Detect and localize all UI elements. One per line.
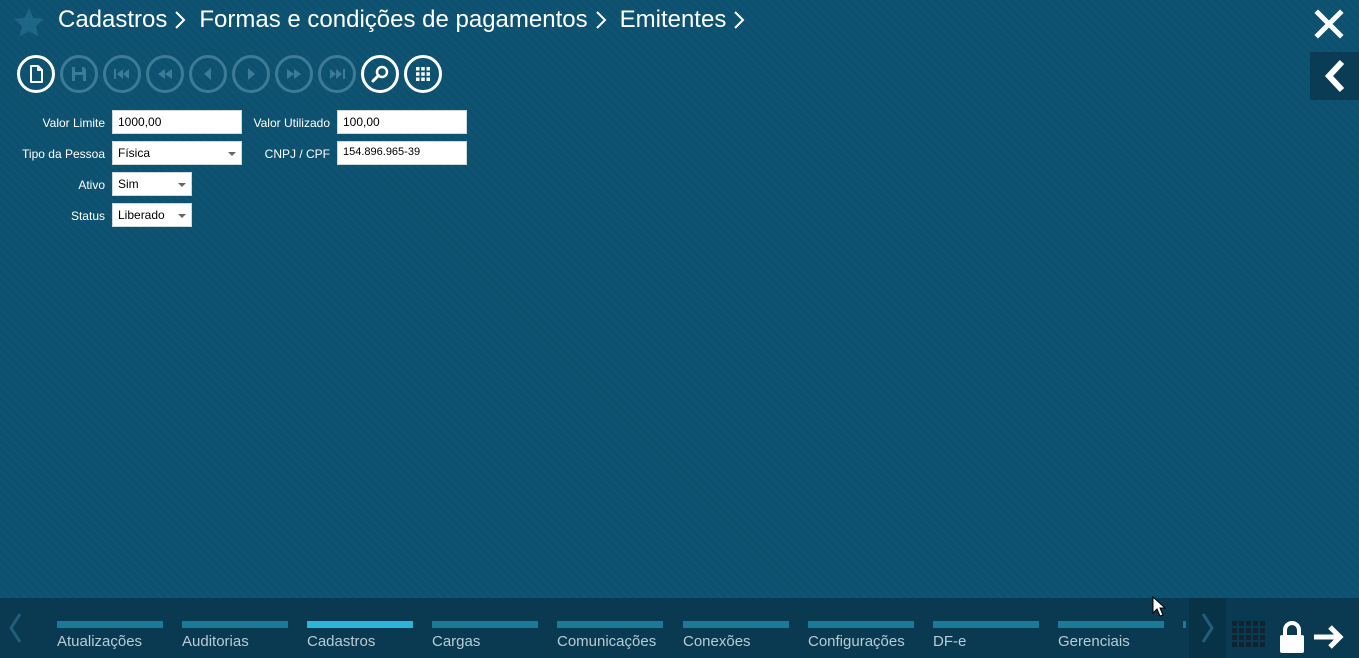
taskbar-next-button[interactable] xyxy=(1189,598,1226,658)
previous-record-button[interactable] xyxy=(189,55,227,93)
module-next-partial[interactable] xyxy=(1183,598,1186,658)
module-auditorias[interactable]: Auditorias xyxy=(182,598,288,658)
first-record-button[interactable] xyxy=(103,55,141,93)
chevron-right-icon xyxy=(595,11,607,29)
valor-utilizado-label: Valor Utilizado xyxy=(253,116,330,130)
last-record-button[interactable] xyxy=(318,55,356,93)
chevron-right-icon xyxy=(734,11,745,29)
valor-limite-input[interactable]: 1000,00 xyxy=(112,110,242,134)
module-bar xyxy=(182,621,288,628)
tipo-pessoa-label: Tipo da Pessoa xyxy=(22,147,105,161)
cnpj-cpf-label: CNPJ / CPF xyxy=(264,147,330,161)
search-button[interactable] xyxy=(361,55,399,93)
close-icon[interactable] xyxy=(1313,8,1345,40)
module-bar xyxy=(557,621,663,628)
breadcrumb-item-formas[interactable]: Formas e condições de pagamentos xyxy=(199,6,587,34)
chevron-right-icon xyxy=(1201,613,1214,643)
module-bar xyxy=(1058,621,1164,628)
taskbar-prev-button[interactable] xyxy=(0,598,30,658)
module-label: Comunicações xyxy=(557,633,657,650)
module-label: Atualizações xyxy=(57,633,143,650)
module-bar xyxy=(808,621,914,628)
fast-forward-button[interactable] xyxy=(275,55,313,93)
status-select[interactable]: Liberado xyxy=(112,203,192,227)
status-label: Status xyxy=(70,209,105,223)
search-icon xyxy=(371,65,389,83)
last-record-icon xyxy=(330,69,345,79)
module-dfe[interactable]: DF-e xyxy=(933,598,1039,658)
apps-grid-icon[interactable] xyxy=(1232,621,1266,653)
arrow-right-icon[interactable] xyxy=(1312,624,1346,650)
tipo-pessoa-select[interactable]: Física xyxy=(112,141,242,165)
breadcrumb-item-cadastros[interactable]: Cadastros xyxy=(58,6,167,34)
module-label: Conexões xyxy=(683,633,751,650)
grid-icon xyxy=(416,67,430,81)
valor-limite-label: Valor Limite xyxy=(42,116,105,130)
chevron-left-icon xyxy=(1324,59,1344,93)
save-button[interactable] xyxy=(60,55,98,93)
breadcrumb-item-emitentes[interactable]: Emitentes xyxy=(620,6,727,34)
module-list: Atualizações Auditorias Cadastros Cargas… xyxy=(56,598,1186,658)
valor-utilizado-input[interactable]: 100,00 xyxy=(337,110,467,134)
rewind-icon xyxy=(158,69,172,79)
module-bar xyxy=(933,621,1039,628)
module-conexoes[interactable]: Conexões xyxy=(683,598,789,658)
module-bar xyxy=(683,621,789,628)
module-gerenciais[interactable]: Gerenciais xyxy=(1058,598,1164,658)
favorite-star-icon[interactable] xyxy=(12,6,46,40)
module-label: Auditorias xyxy=(182,633,249,650)
module-label: Cargas xyxy=(432,633,481,650)
module-label: DF-e xyxy=(933,633,967,650)
module-cadastros[interactable]: Cadastros xyxy=(307,598,413,658)
header: Cadastros Formas e condições de pagament… xyxy=(0,0,1359,46)
grid-view-button[interactable] xyxy=(404,55,442,93)
module-bar xyxy=(432,621,538,628)
new-document-icon xyxy=(30,65,43,83)
chevron-right-icon xyxy=(175,11,186,29)
next-record-icon xyxy=(248,68,255,80)
lock-icon[interactable] xyxy=(1278,620,1306,654)
module-cargas[interactable]: Cargas xyxy=(432,598,538,658)
module-bar xyxy=(307,621,413,628)
previous-record-icon xyxy=(204,68,211,80)
mouse-cursor-icon xyxy=(1152,596,1166,617)
cnpj-cpf-input[interactable]: 154.896.965-39 xyxy=(337,141,467,165)
rewind-button[interactable] xyxy=(146,55,184,93)
next-record-button[interactable] xyxy=(232,55,270,93)
module-label: Gerenciais xyxy=(1058,633,1130,650)
record-toolbar xyxy=(17,55,442,93)
new-button[interactable] xyxy=(17,55,55,93)
chevron-left-icon xyxy=(9,613,22,643)
side-panel-toggle-button[interactable] xyxy=(1310,52,1359,100)
module-bar xyxy=(57,621,163,628)
ativo-label: Ativo xyxy=(78,178,105,192)
first-record-icon xyxy=(114,69,129,79)
module-configuracoes[interactable]: Configurações xyxy=(808,598,914,658)
save-icon xyxy=(72,67,86,81)
module-comunicacoes[interactable]: Comunicações xyxy=(557,598,663,658)
fast-forward-icon xyxy=(287,69,301,79)
module-label: Configurações xyxy=(808,633,905,650)
breadcrumb: Cadastros Formas e condições de pagament… xyxy=(58,6,758,34)
ativo-select[interactable]: Sim xyxy=(112,172,192,196)
module-label: Cadastros xyxy=(307,633,376,650)
module-atualizacoes[interactable]: Atualizações xyxy=(57,598,163,658)
module-bar xyxy=(1183,621,1186,628)
